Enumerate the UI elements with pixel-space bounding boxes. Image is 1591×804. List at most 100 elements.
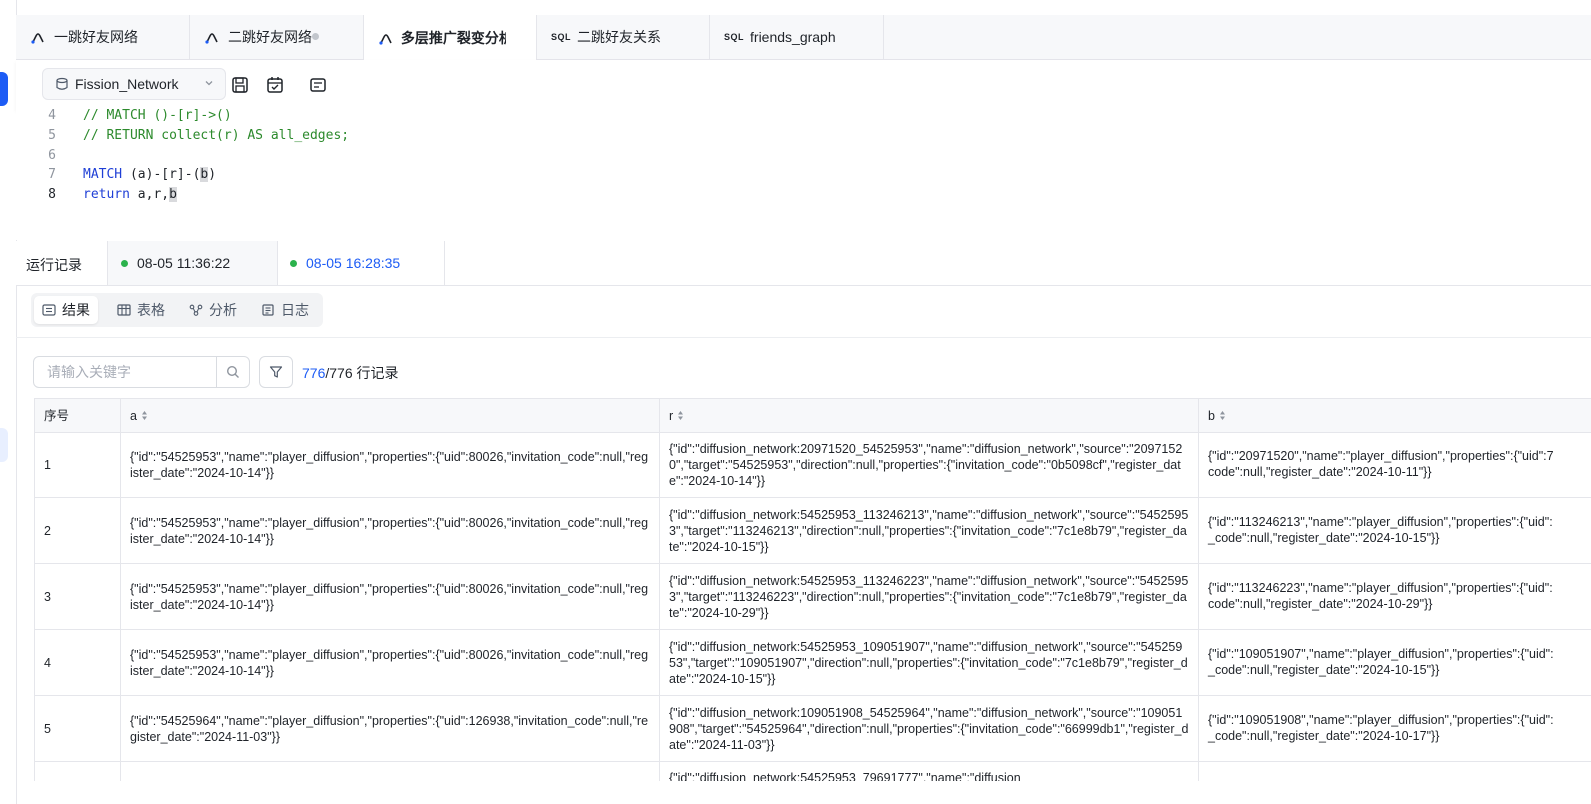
line-number: 8 xyxy=(48,187,56,202)
cell-b-tail: _code":null,"register_date":"2024-10-15"… xyxy=(1208,531,1440,545)
run-record-tab-active[interactable]: 08-05 16:28:35 xyxy=(277,241,445,285)
tab-label: 二跳好友关系 xyxy=(577,29,662,45)
editor-tab-bar: 一跳好友网络 二跳好友网络 多层推广裂变分析 SQL 二跳好友关系 SQL fr… xyxy=(16,15,1591,60)
row-index: 4 xyxy=(44,655,51,670)
line-number: 4 xyxy=(48,108,56,123)
sort-icon[interactable] xyxy=(678,411,684,420)
tab-two-hop-relations[interactable]: SQL 二跳好友关系 xyxy=(537,15,710,59)
section-divider xyxy=(16,337,1591,338)
format-icon xyxy=(310,78,326,92)
tab-analysis[interactable]: 分析 xyxy=(181,296,245,324)
cell-r: {"id":"diffusion_network:20971520_545259… xyxy=(669,441,1183,488)
column-header-a[interactable]: a xyxy=(121,399,660,432)
run-records-bar: 运行记录 08-05 11:36:22 08-05 16:28:35 xyxy=(16,241,1591,286)
run-record-time: 08-05 11:36:22 xyxy=(137,255,231,271)
tab-multi-level-fission-analysis[interactable]: 多层推广裂变分析 xyxy=(364,15,537,60)
search-icon xyxy=(226,365,239,378)
filter-icon xyxy=(269,366,283,378)
table-row[interactable]: 2 {"id":"54525953","name":"player_diffus… xyxy=(35,498,1591,564)
cell-b: {"id":"109051908","name":"player_diffusi… xyxy=(1208,713,1554,727)
cell-b-tail: code":null,"register_date":"2024-10-11"}… xyxy=(1208,465,1432,479)
cell-b-tail: _code":null,"register_date":"2024-10-17"… xyxy=(1208,729,1440,743)
cell-r: {"id":"diffusion_network:54525953_109051… xyxy=(669,639,1188,686)
success-dot-icon xyxy=(121,259,128,267)
left-rail xyxy=(0,0,17,804)
rail-item-indicator[interactable] xyxy=(0,428,8,462)
tab-friends-graph[interactable]: SQL friends_graph xyxy=(710,15,884,59)
log-icon xyxy=(262,304,274,316)
row-index: 5 xyxy=(44,721,51,736)
column-header-r[interactable]: r xyxy=(660,399,1199,432)
cell-a: {"id":"54525953","name":"player_diffusio… xyxy=(130,647,649,678)
tab-one-hop-network[interactable]: 一跳好友网络 xyxy=(16,15,190,59)
filter-button[interactable] xyxy=(259,356,293,388)
success-dot-icon xyxy=(290,259,297,267)
table-row[interactable]: 5 {"id":"54525964","name":"player_diffus… xyxy=(35,696,1591,762)
cell-a: {"id":"54525964","name":"player_diffusio… xyxy=(130,713,649,744)
table-header-row: 序号 a r b xyxy=(35,399,1591,433)
rail-active-indicator[interactable] xyxy=(0,72,8,106)
row-index: 3 xyxy=(44,589,51,604)
cell-r: {"id":"diffusion_network:109051908_54525… xyxy=(669,705,1189,752)
tab-label: 多层推广裂变分析 xyxy=(400,29,506,46)
schedule-button[interactable] xyxy=(265,75,285,95)
cell-b: {"id":"20971520","name":"player_diffusio… xyxy=(1208,449,1554,463)
run-record-time: 08-05 16:28:35 xyxy=(306,255,401,271)
unsaved-dot-icon xyxy=(312,33,319,40)
tab-table[interactable]: 表格 xyxy=(109,296,173,324)
row-count: 776/776 行记录 xyxy=(302,365,399,381)
tab-label: 一跳好友网络 xyxy=(54,29,138,45)
save-button[interactable] xyxy=(230,75,250,95)
column-header-b[interactable]: b xyxy=(1199,399,1591,432)
line-number: 7 xyxy=(48,167,56,182)
sort-icon[interactable] xyxy=(141,411,147,420)
code-text: MATCH (a)-[r]-(b) xyxy=(83,167,217,182)
result-view-tabs: 结果 表格 分析 日志 xyxy=(31,293,323,327)
database-icon xyxy=(56,77,68,90)
chevron-down-icon xyxy=(205,81,213,86)
result-table: 序号 a r b 1 {"id":"54525953","name":"play… xyxy=(34,398,1591,781)
run-records-label: 运行记录 xyxy=(26,257,82,273)
graph-query-icon xyxy=(204,29,222,45)
database-name: Fission_Network xyxy=(75,76,179,92)
table-row[interactable]: 4 {"id":"54525953","name":"player_diffus… xyxy=(35,630,1591,696)
cell-b: {"id":"113246223","name":"player_diffusi… xyxy=(1208,581,1553,595)
cell-r: {"id":"diffusion_network:54525953_113246… xyxy=(669,573,1189,620)
search-input[interactable]: 请输入关键字 xyxy=(33,356,217,388)
tab-result[interactable]: 结果 xyxy=(34,296,98,324)
cell-b-tail: _code":null,"register_date":"2024-10-15"… xyxy=(1208,663,1440,677)
cell-a: {"id":"54525953","name":"player_diffusio… xyxy=(130,449,649,480)
tab-log[interactable]: 日志 xyxy=(253,296,317,324)
cell-b-tail: code":null,"register_date":"2024-10-29"}… xyxy=(1208,597,1433,611)
table-row[interactable]: 1 {"id":"54525953","name":"player_diffus… xyxy=(35,432,1591,498)
sql-icon: SQL xyxy=(724,32,745,42)
run-record-tab[interactable]: 08-05 11:36:22 xyxy=(107,241,277,285)
table-icon xyxy=(117,304,131,316)
code-editor[interactable]: 4 // MATCH ()-[r]->() 5 // RETURN collec… xyxy=(16,108,1591,240)
format-button[interactable] xyxy=(308,75,328,95)
save-icon xyxy=(232,77,248,93)
code-text: return a,r,b xyxy=(83,187,177,202)
table-row[interactable]: {"id":"diffusion_network:54525953_796917… xyxy=(35,762,1591,781)
tab-label: friends_graph xyxy=(750,29,836,45)
result-icon xyxy=(42,304,56,316)
search-button[interactable] xyxy=(216,356,250,388)
tab-two-hop-network[interactable]: 二跳好友网络 xyxy=(190,15,364,59)
cell-a: {"id":"54525953","name":"player_diffusio… xyxy=(130,581,649,612)
cell-r: {"id":"diffusion_network:54525953_113246… xyxy=(669,507,1189,554)
cell-a: {"id":"54525953","name":"player_diffusio… xyxy=(130,515,649,546)
code-comment: // MATCH ()-[r]->() xyxy=(83,108,232,123)
line-number: 6 xyxy=(48,148,56,163)
row-index: 2 xyxy=(44,523,51,538)
tab-label: 二跳好友网络 xyxy=(228,29,312,45)
cell-b: {"id":"113246213","name":"player_diffusi… xyxy=(1208,515,1553,529)
database-select[interactable]: Fission_Network xyxy=(42,68,226,100)
sort-icon[interactable] xyxy=(1219,411,1225,420)
graph-query-icon xyxy=(30,29,48,45)
sql-icon: SQL xyxy=(551,32,572,42)
table-row[interactable]: 3 {"id":"54525953","name":"player_diffus… xyxy=(35,564,1591,630)
row-index: 1 xyxy=(44,457,51,472)
editor-toolbar: Fission_Network xyxy=(16,60,1591,110)
analysis-icon xyxy=(189,304,203,316)
code-comment: // RETURN collect(r) AS all_edges; xyxy=(83,128,350,143)
